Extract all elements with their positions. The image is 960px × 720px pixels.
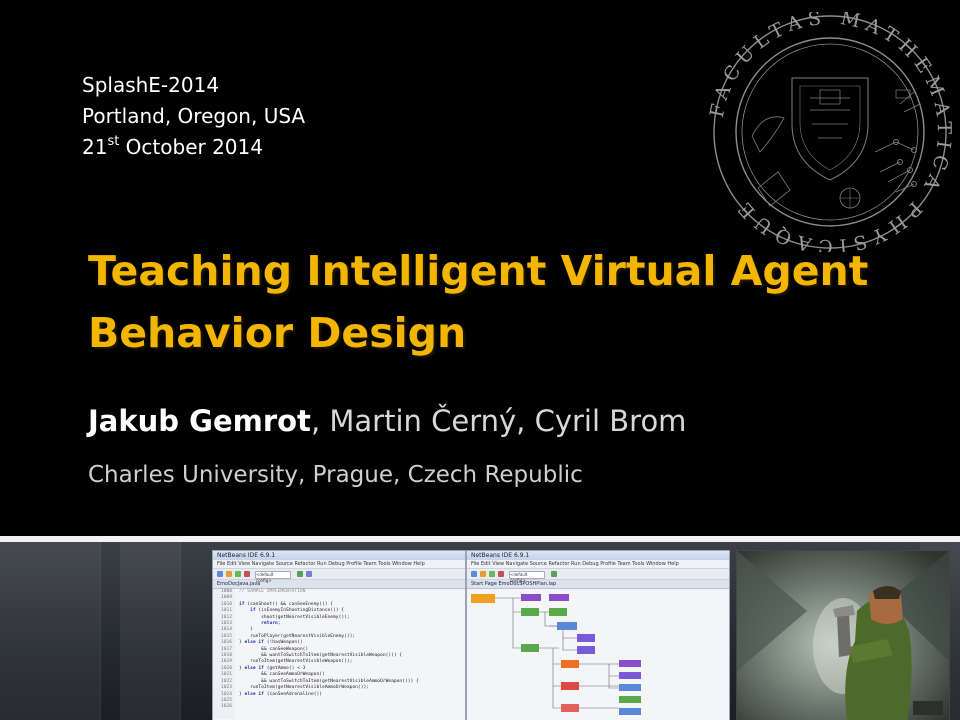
source-code: // SAMPLE IMPLEMENTATION if (canShoot() … bbox=[239, 589, 419, 697]
editor-tab: Start Page EmoDocSPOSHPlan.lap bbox=[467, 580, 729, 589]
ide-code-screenshot: NetBeans IDE 6.9.1 File Edit View Naviga… bbox=[212, 550, 466, 720]
run-icon bbox=[551, 571, 557, 577]
toolbar-icon bbox=[471, 571, 477, 577]
toolbar-icon bbox=[498, 571, 504, 577]
game-character-image bbox=[736, 550, 950, 720]
date-day: 21 bbox=[82, 135, 108, 159]
debug-icon bbox=[306, 571, 312, 577]
toolbar: <default config> bbox=[467, 569, 729, 583]
strip-tile bbox=[0, 542, 101, 720]
title-line-2: Behavior Design bbox=[88, 309, 467, 357]
authors: Jakub Gemrot, Martin Černý, Cyril Brom bbox=[88, 404, 686, 438]
editor-tab: EmoDocJava.java bbox=[213, 580, 465, 589]
menu-bar: File Edit View Navigate Source Refactor … bbox=[467, 560, 729, 569]
window-title: NetBeans IDE 6.9.1 bbox=[213, 551, 465, 560]
ide-plan-screenshot: NetBeans IDE 6.9.1 File Edit View Naviga… bbox=[466, 550, 730, 720]
toolbar-icon bbox=[217, 571, 223, 577]
toolbar-icon bbox=[480, 571, 486, 577]
conference-info: SplashE-2014 Portland, Oregon, USA 21st … bbox=[82, 70, 305, 163]
affiliation: Charles University, Prague, Czech Republ… bbox=[88, 462, 583, 488]
slide-title: Teaching Intelligent Virtual Agent Behav… bbox=[88, 240, 948, 364]
behavior-tree-diagram bbox=[471, 594, 641, 715]
lead-author: Jakub Gemrot bbox=[88, 404, 311, 438]
line-numbers: 1008 1009 1010 1011 1012 1013 1014 1015 1016 1017… bbox=[213, 589, 235, 719]
toolbar-icon bbox=[489, 571, 495, 577]
other-authors: , Martin Černý, Cyril Brom bbox=[310, 404, 687, 438]
title-line-1: Teaching Intelligent Virtual Agent bbox=[88, 247, 869, 295]
toolbar-icon bbox=[235, 571, 241, 577]
conference-name: SplashE-2014 bbox=[82, 73, 220, 97]
presentation-slide: SplashE-2014 Portland, Oregon, USA 21st … bbox=[0, 0, 960, 720]
config-select: <default config> bbox=[509, 571, 545, 583]
config-select: <default config> bbox=[255, 571, 291, 583]
conference-location: Portland, Oregon, USA bbox=[82, 104, 306, 128]
strip-tile bbox=[120, 542, 181, 720]
toolbar: <default config> bbox=[213, 569, 465, 583]
menu-bar: File Edit View Navigate Source Refactor … bbox=[213, 560, 465, 569]
date-suffix: st bbox=[107, 134, 120, 149]
game-character-icon bbox=[737, 551, 949, 720]
toolbar-icon bbox=[244, 571, 250, 577]
toolbar-icon bbox=[226, 571, 232, 577]
window-title: NetBeans IDE 6.9.1 bbox=[467, 551, 729, 560]
date-rest: October 2014 bbox=[119, 135, 263, 159]
university-seal-icon: FACULTAS MATHEMATICA PHYSICAQUE bbox=[706, 12, 949, 252]
conference-date: 21st October 2014 bbox=[82, 132, 305, 163]
run-icon bbox=[297, 571, 303, 577]
